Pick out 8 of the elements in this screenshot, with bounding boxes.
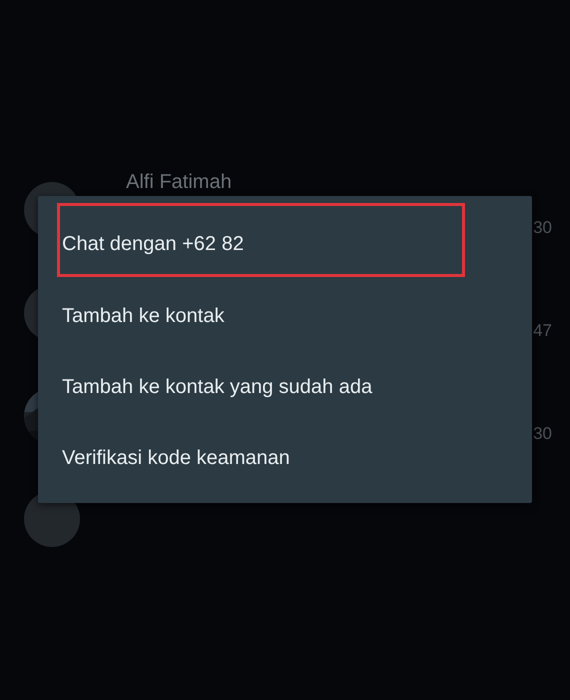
menu-item[interactable]: Tambah ke kontak yang sudah ada	[57, 348, 441, 419]
menu-item[interactable]: Chat dengan +62 82	[57, 203, 465, 277]
message-time: 30	[533, 424, 552, 444]
contact-name: Alfi Fatimah	[126, 170, 233, 194]
menu-item[interactable]: Verifikasi kode keamanan	[57, 419, 441, 490]
message-time: 47	[533, 321, 552, 341]
menu-item[interactable]: Tambah ke kontak	[57, 277, 441, 348]
message-time: 30	[533, 218, 552, 238]
